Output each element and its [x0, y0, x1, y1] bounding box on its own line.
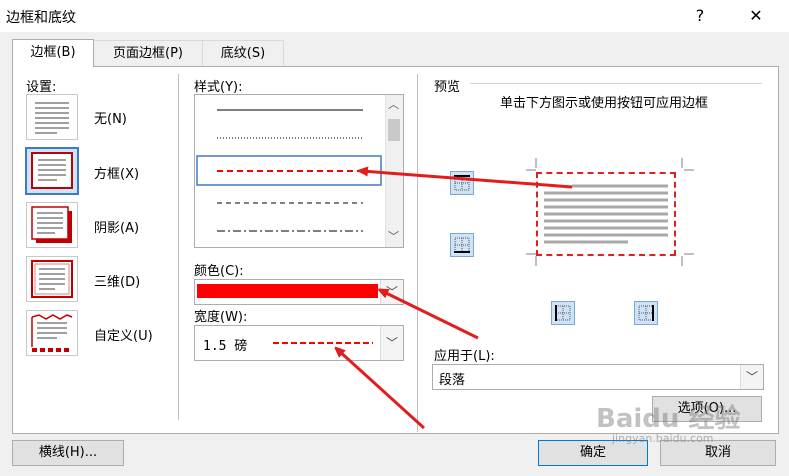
- setting-3d-icon[interactable]: [26, 256, 78, 302]
- width-heading: 宽度(W):: [194, 310, 248, 325]
- preview-heading: 预览: [434, 80, 461, 95]
- bottom-border-button[interactable]: [450, 233, 474, 257]
- setting-none-label[interactable]: 无(N): [94, 108, 127, 127]
- preview-divider: [417, 74, 418, 432]
- setting-box-label[interactable]: 方框(X): [94, 163, 139, 182]
- top-border-button[interactable]: [450, 171, 474, 195]
- close-button[interactable]: ✕: [742, 4, 770, 28]
- width-value: 1.5 磅: [203, 339, 248, 354]
- tab-page-border[interactable]: 页面边框(P): [93, 40, 203, 66]
- left-border-button[interactable]: [551, 301, 575, 325]
- preview-text-lines: [544, 184, 668, 244]
- apply-to-dropdown[interactable]: 段落 ﹀: [432, 364, 764, 390]
- tab-page-border-label: 页面边框(P): [113, 46, 183, 61]
- preview-page[interactable]: [536, 172, 676, 256]
- settings-heading: 设置:: [26, 80, 57, 95]
- scroll-thumb[interactable]: [388, 119, 400, 141]
- setting-shadow-label[interactable]: 阴影(A): [94, 217, 139, 236]
- preview-instruction: 单击下方图示或使用按钮可应用边框: [499, 96, 708, 111]
- lines-icon: [35, 102, 69, 134]
- tab-shading[interactable]: 底纹(S): [202, 40, 284, 66]
- color-dropdown[interactable]: ﹀: [194, 279, 404, 305]
- chevron-down-icon[interactable]: ﹀: [740, 365, 763, 389]
- watermark-text: Baidu 经验: [596, 404, 741, 434]
- tab-shading-label: 底纹(S): [220, 46, 266, 61]
- right-border-button[interactable]: [634, 301, 658, 325]
- setting-none-icon[interactable]: [26, 94, 78, 140]
- watermark-subtext: jingyan.baidu.com: [612, 432, 714, 445]
- tab-borders-label: 边框(B): [30, 45, 76, 60]
- color-swatch: [197, 284, 378, 298]
- chevron-down-icon[interactable]: ﹀: [380, 326, 403, 360]
- window-title: 边框和底纹: [6, 10, 76, 26]
- scroll-up-icon[interactable]: ︿: [388, 96, 399, 112]
- help-button[interactable]: ?: [686, 4, 714, 28]
- width-dropdown[interactable]: 1.5 磅 ﹀: [194, 325, 404, 361]
- box-border-icon: [31, 152, 73, 189]
- borders-and-shading-dialog: 边框和底纹 ? ✕ 边框(B) 页面边框(P) 底纹(S) 设置: 无(N) 方…: [0, 0, 789, 476]
- settings-divider: [178, 74, 179, 420]
- shadow-border-icon: [31, 206, 72, 243]
- setting-shadow-icon[interactable]: [26, 202, 78, 248]
- setting-custom-label[interactable]: 自定义(U): [94, 325, 153, 344]
- left-border-icon: [555, 305, 571, 321]
- horizontal-line-button[interactable]: 横线(H)...: [12, 440, 124, 466]
- scroll-down-icon[interactable]: ﹀: [388, 228, 399, 244]
- title-bar: 边框和底纹 ? ✕: [0, 0, 789, 32]
- color-heading: 颜色(C):: [194, 264, 244, 279]
- apply-to-value: 段落: [439, 373, 466, 388]
- style-heading: 样式(Y):: [194, 80, 243, 95]
- apply-to-heading: 应用于(L):: [434, 349, 495, 364]
- preview-heading-rule: [470, 83, 762, 84]
- chevron-down-icon[interactable]: ﹀: [380, 280, 403, 304]
- width-sample-line: [273, 342, 373, 344]
- right-border-icon: [638, 305, 654, 321]
- bottom-border-icon: [454, 237, 470, 253]
- setting-custom-icon[interactable]: [26, 310, 78, 356]
- style-scrollbar[interactable]: ︿ ﹀: [385, 95, 403, 247]
- 3d-border-icon: [31, 260, 73, 298]
- line-styles: [196, 109, 382, 232]
- tab-borders[interactable]: 边框(B): [12, 39, 94, 67]
- style-listbox[interactable]: ︿ ﹀: [194, 94, 404, 248]
- setting-3d-label[interactable]: 三维(D): [94, 271, 140, 290]
- top-border-icon: [454, 175, 470, 191]
- setting-box-icon[interactable]: [25, 147, 79, 195]
- custom-border-icon: [31, 314, 73, 352]
